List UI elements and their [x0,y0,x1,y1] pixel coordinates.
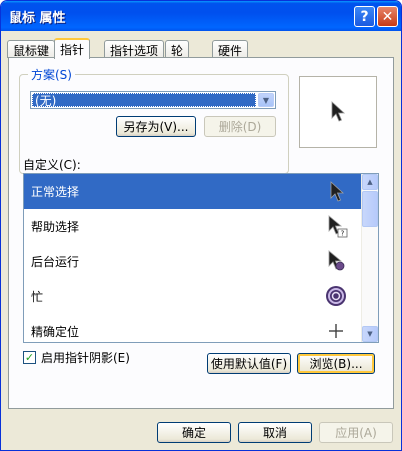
cancel-button[interactable]: 取消 [238,422,312,443]
busy-cursor-icon [326,286,346,306]
help-button[interactable]: ? [354,6,375,27]
working-in-background-cursor-icon [328,250,345,271]
tab-wheel[interactable]: 轮 [165,40,190,58]
scheme-selected-value: (无) [32,93,256,108]
scheme-combobox[interactable]: (无) ▼ [30,91,276,109]
save-as-button[interactable]: 另存为(V)... [116,116,196,137]
close-button[interactable]: ✕ [377,6,398,27]
list-item[interactable]: 帮助选择 ? [24,209,362,244]
scheme-legend: 方案(S) [28,66,75,83]
title-bar[interactable]: 鼠标 属性 ? ✕ [1,1,401,31]
list-item[interactable]: 精确定位 [24,314,362,342]
cursor-preview [299,76,377,148]
cursor-list[interactable]: 正常选择 帮助选择 ? 后台运行 忙 精确定位 ▲ ▼ [23,173,379,343]
list-item-label: 忙 [31,290,44,304]
list-item[interactable]: 后台运行 [24,244,362,279]
use-default-button[interactable]: 使用默认值(F) [207,353,291,374]
mouse-properties-dialog: 鼠标 属性 ? ✕ 鼠标键 指针 指针选项 轮 硬件 方案(S) (无) ▼ 另… [0,0,402,451]
help-select-cursor-icon: ? [328,215,348,238]
tab-pointer-options[interactable]: 指针选项 [104,40,165,58]
delete-button[interactable]: 删除(D) [204,116,276,137]
ok-button[interactable]: 确定 [157,422,231,443]
tab-pointers[interactable]: 指针 [54,38,91,59]
precision-select-cursor-icon [329,324,343,338]
tab-hardware[interactable]: 硬件 [212,40,249,58]
list-item[interactable]: 忙 [24,279,362,314]
list-item-label: 精确定位 [31,325,80,339]
list-item-label: 后台运行 [31,255,80,269]
scroll-thumb[interactable] [362,191,378,227]
window-title: 鼠标 属性 [9,11,66,26]
list-scrollbar[interactable]: ▲ ▼ [361,174,378,342]
pointer-shadow-label: 启用指针阴影(E) [41,350,130,365]
browse-button[interactable]: 浏览(B)... [297,353,375,374]
list-item-label: 帮助选择 [31,220,80,234]
list-item-label: 正常选择 [31,185,80,199]
tab-buttons[interactable]: 鼠标键 [7,40,56,58]
pointer-shadow-checkbox[interactable]: ✓ [23,350,36,364]
arrow-cursor-icon [331,101,346,122]
list-item[interactable]: 正常选择 [24,174,362,209]
scroll-down-icon[interactable]: ▼ [362,326,378,342]
normal-select-cursor-icon [330,181,345,202]
scroll-up-icon[interactable]: ▲ [362,174,378,190]
chevron-down-icon[interactable]: ▼ [258,93,274,107]
pointer-shadow-option[interactable]: ✓ 启用指针阴影(E) [23,349,130,365]
apply-button[interactable]: 应用(A) [319,422,393,443]
svg-text:?: ? [341,230,345,238]
custom-label: 自定义(C): [23,158,81,172]
pointers-tab-panel: 方案(S) (无) ▼ 另存为(V)... 删除(D) 自定义(C): 正常选择… [8,57,394,409]
